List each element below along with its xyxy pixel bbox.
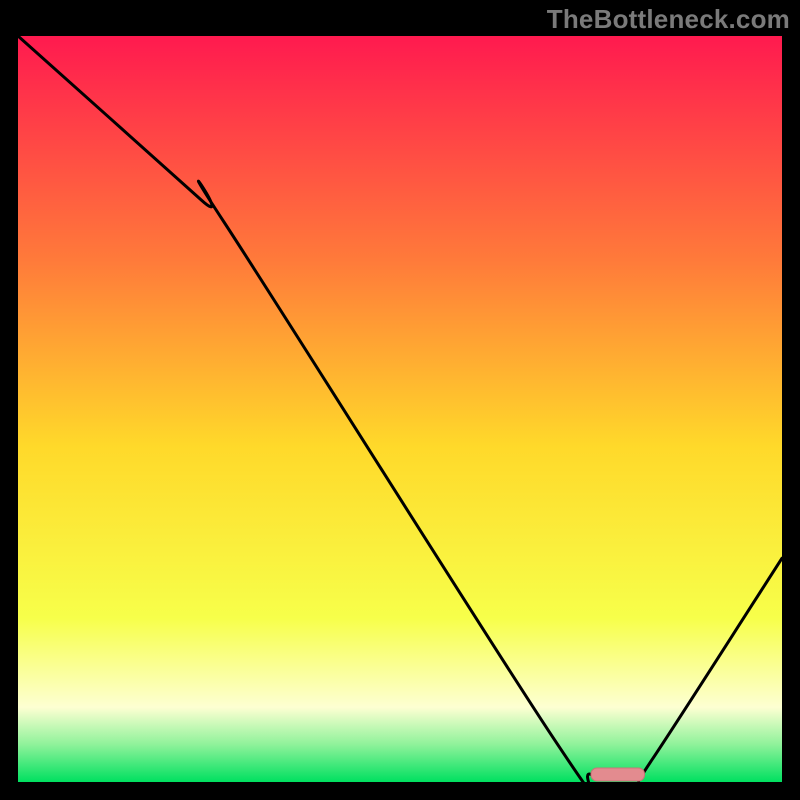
gradient-background <box>18 36 782 782</box>
chart-plot-area <box>18 36 782 782</box>
chart-svg <box>18 36 782 782</box>
watermark-text: TheBottleneck.com <box>547 4 790 35</box>
optimal-marker <box>591 768 645 781</box>
chart-frame: TheBottleneck.com <box>0 0 800 800</box>
